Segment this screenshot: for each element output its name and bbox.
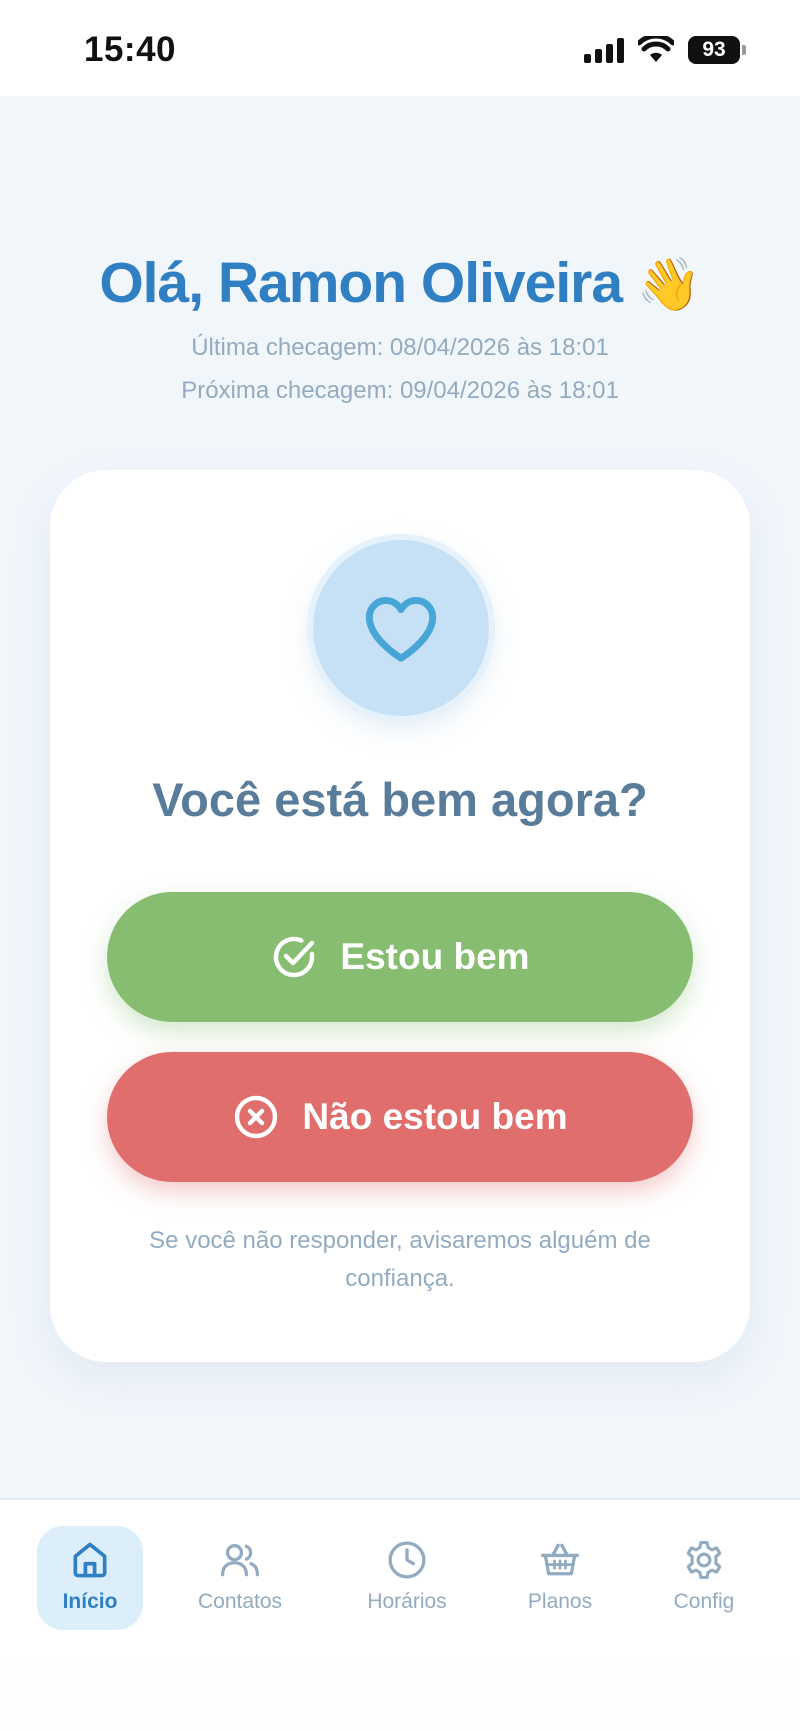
cellular-signal-icon (584, 37, 624, 63)
not-ok-label: Não estou bem (302, 1096, 568, 1137)
status-icons: 93 (584, 36, 746, 64)
bottom-tab-bar: Início Contatos Horários Planos Config (0, 1498, 800, 1658)
tab-label: Horários (367, 1590, 447, 1613)
tab-inicio[interactable]: Início (37, 1526, 143, 1630)
last-check-text: Última checagem: 08/04/2026 às 18:01 (191, 334, 609, 361)
tab-config[interactable]: Config (658, 1526, 750, 1630)
heart-icon (365, 596, 437, 662)
users-icon (220, 1544, 260, 1577)
im-ok-button[interactable]: Estou bem (107, 892, 693, 1022)
tab-label: Início (62, 1590, 118, 1613)
im-ok-label: Estou bem (340, 936, 530, 977)
status-bar: 15:40 93 (0, 0, 800, 96)
tab-horarios[interactable]: Horários (350, 1526, 464, 1630)
gear-icon (686, 1541, 722, 1579)
tab-label: Contatos (197, 1590, 283, 1613)
tab-planos[interactable]: Planos (514, 1526, 606, 1630)
clock-icon (388, 1541, 426, 1579)
battery-icon: 93 (688, 36, 746, 64)
greeting-title: Olá, Ramon Oliveira 👋 (0, 250, 800, 316)
fallback-note: Se você não responder, avisaremos alguém… (149, 1227, 651, 1292)
waving-hand-icon: 👋 (636, 256, 702, 314)
tab-contatos[interactable]: Contatos (180, 1526, 300, 1630)
greeting-text: Olá, Ramon Oliveira (99, 251, 623, 315)
wifi-icon (638, 36, 674, 62)
tab-label: Planos (527, 1590, 593, 1613)
home-indicator-area (0, 1658, 800, 1731)
home-icon (73, 1542, 107, 1578)
checkin-card: Você está bem agora? Estou bem Não estou… (50, 470, 750, 1362)
heart-badge (313, 540, 489, 716)
basket-icon (540, 1543, 580, 1576)
check-circle-icon (274, 936, 315, 978)
checkin-question: Você está bem agora? (152, 773, 648, 826)
battery-level: 93 (688, 36, 740, 64)
x-circle-icon (235, 1095, 278, 1139)
next-check-text: Próxima checagem: 09/04/2026 às 18:01 (181, 377, 619, 404)
not-ok-button[interactable]: Não estou bem (107, 1052, 693, 1182)
status-time: 15:40 (84, 30, 177, 69)
tab-label: Config (673, 1590, 735, 1613)
